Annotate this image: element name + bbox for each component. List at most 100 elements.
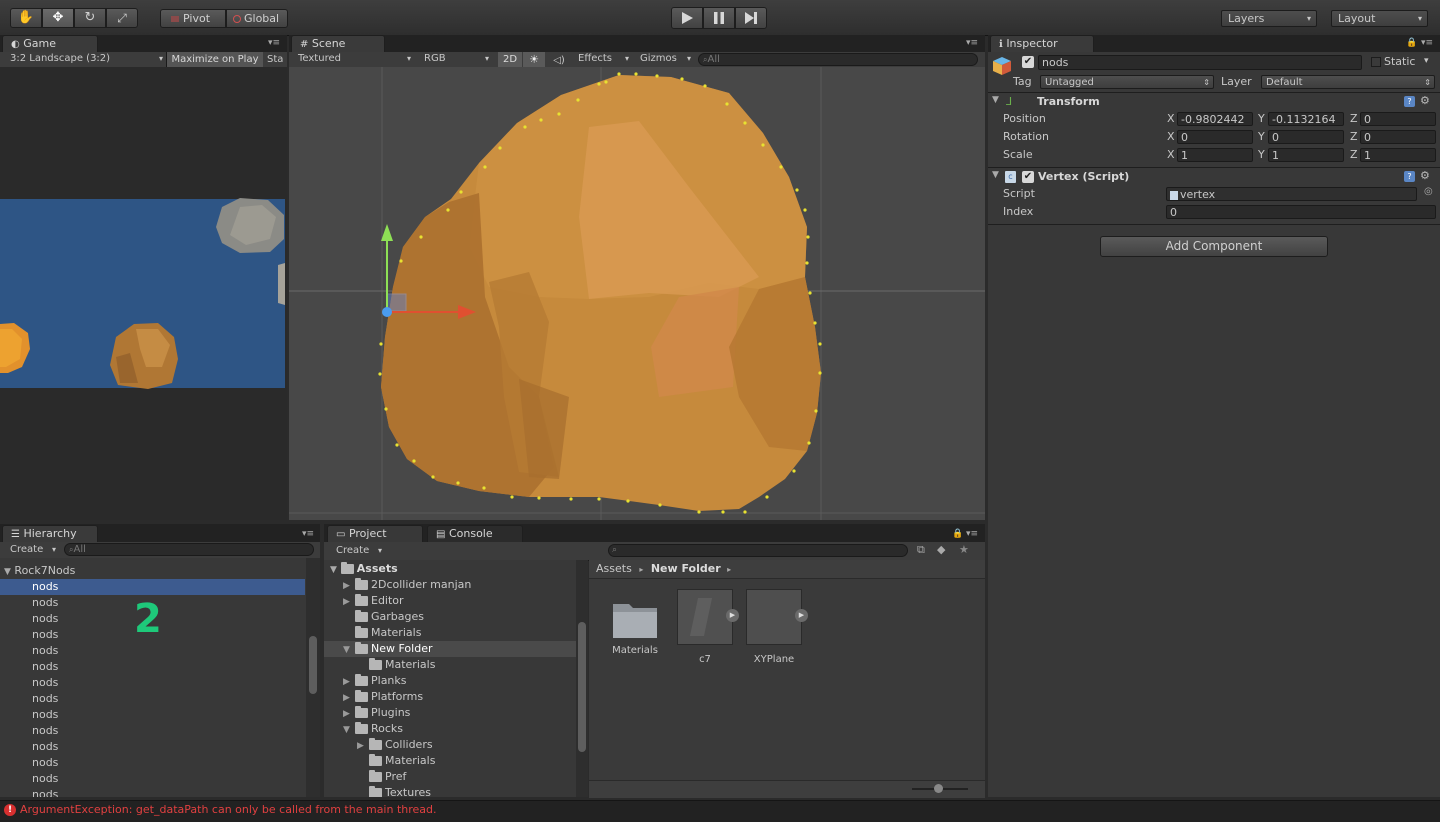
position-x-field[interactable]: -0.9802442 bbox=[1177, 112, 1253, 126]
play-preview-icon[interactable]: ▶ bbox=[795, 609, 808, 622]
hierarchy-scrollbar[interactable] bbox=[306, 558, 320, 797]
scrollbar-thumb[interactable] bbox=[578, 622, 586, 752]
tree-item[interactable]: Garbages bbox=[355, 609, 424, 625]
static-dropdown-arrow-icon[interactable]: ▾ bbox=[1424, 56, 1429, 66]
static-checkbox[interactable] bbox=[1371, 57, 1381, 67]
project-create-dropdown[interactable]: Create ▾ bbox=[332, 544, 384, 558]
tree-item-new-folder[interactable]: ▼ New Folder bbox=[343, 641, 432, 657]
asset-item[interactable]: ▶ c7 bbox=[672, 588, 739, 665]
tree-item[interactable]: ▶ 2Dcollider manjan bbox=[343, 577, 471, 593]
panel-menu-icon[interactable]: ▾≡ bbox=[966, 529, 978, 539]
tree-item[interactable]: ▶ Platforms bbox=[343, 689, 423, 705]
status-bar[interactable]: ! ArgumentException: get_dataPath can on… bbox=[0, 800, 1440, 822]
hierarchy-item[interactable]: nods bbox=[32, 771, 58, 787]
tab-console[interactable]: ▤ Console bbox=[427, 525, 523, 542]
panel-menu-icon[interactable]: ▾≡ bbox=[302, 529, 314, 539]
tree-item[interactable]: ▶ Planks bbox=[343, 673, 407, 689]
layer-dropdown[interactable]: Default ⇕ bbox=[1261, 75, 1435, 89]
step-button[interactable] bbox=[735, 7, 767, 29]
tree-item-assets[interactable]: ▼ Assets bbox=[330, 561, 398, 577]
rotation-y-field[interactable]: 0 bbox=[1268, 130, 1344, 144]
object-name-field[interactable]: nods bbox=[1038, 55, 1362, 70]
breadcrumb-current[interactable]: New Folder bbox=[651, 562, 721, 575]
scene-view[interactable] bbox=[289, 67, 985, 520]
hierarchy-item[interactable]: nods bbox=[32, 691, 58, 707]
object-picker-icon[interactable]: ◎ bbox=[1424, 186, 1433, 197]
mode-2d-toggle[interactable]: 2D bbox=[498, 52, 522, 67]
audio-toggle[interactable]: ◁) bbox=[548, 52, 570, 67]
gear-icon[interactable]: ⚙ bbox=[1420, 94, 1430, 107]
add-component-button[interactable]: Add Component bbox=[1100, 236, 1328, 257]
tab-game[interactable]: ◐ Game bbox=[2, 35, 98, 52]
hierarchy-item[interactable]: nods bbox=[32, 707, 58, 723]
hierarchy-item[interactable]: nods bbox=[32, 659, 58, 675]
hand-tool-button[interactable]: ✋ bbox=[10, 8, 42, 28]
hierarchy-item[interactable]: nods bbox=[32, 675, 58, 691]
panel-menu-icon[interactable]: ▾≡ bbox=[1421, 38, 1433, 48]
aspect-dropdown[interactable]: 3:2 Landscape (3:2) ▾ bbox=[6, 52, 166, 67]
tab-inspector[interactable]: ℹ Inspector bbox=[990, 35, 1094, 52]
project-search-input[interactable]: ⌕ bbox=[608, 544, 908, 557]
tree-item[interactable]: Materials bbox=[369, 753, 435, 769]
slider-handle[interactable] bbox=[934, 784, 943, 793]
tab-hierarchy[interactable]: ☰ Hierarchy bbox=[2, 525, 98, 542]
tree-item[interactable]: Materials bbox=[369, 657, 435, 673]
asset-item[interactable]: ▶ XYPlane bbox=[741, 588, 808, 665]
hierarchy-item[interactable]: nods bbox=[32, 739, 58, 755]
hierarchy-item[interactable]: nods bbox=[32, 595, 58, 611]
filter-by-label-icon[interactable]: ◆ bbox=[937, 543, 945, 556]
transform-header[interactable]: ▼ ⅃ Transform ? ⚙ bbox=[988, 94, 1440, 111]
icon-size-slider[interactable] bbox=[912, 784, 968, 793]
script-enabled-checkbox[interactable]: ✔ bbox=[1022, 171, 1034, 183]
hierarchy-item[interactable]: nods bbox=[32, 579, 58, 595]
favorites-star-icon[interactable]: ★ bbox=[959, 543, 969, 556]
hierarchy-item[interactable]: nods bbox=[32, 627, 58, 643]
hierarchy-search-input[interactable]: ⌕All bbox=[64, 543, 314, 556]
hierarchy-item[interactable]: nods bbox=[32, 611, 58, 627]
script-object-field[interactable]: vertex bbox=[1166, 187, 1417, 201]
tab-project[interactable]: ▭ Project bbox=[327, 525, 423, 542]
play-preview-icon[interactable]: ▶ bbox=[726, 609, 739, 622]
pivot-toggle[interactable]: Pivot bbox=[160, 9, 226, 28]
global-toggle[interactable]: Global bbox=[226, 9, 288, 28]
index-field[interactable]: 0 bbox=[1166, 205, 1436, 219]
pause-button[interactable] bbox=[703, 7, 735, 29]
scene-search-input[interactable]: ⌕All bbox=[698, 53, 978, 66]
help-icon[interactable]: ? bbox=[1404, 171, 1415, 182]
scrollbar-thumb[interactable] bbox=[309, 636, 317, 694]
play-button[interactable] bbox=[671, 7, 703, 29]
rotate-tool-button[interactable]: ↻ bbox=[74, 8, 106, 28]
tree-item[interactable]: ▶ Plugins bbox=[343, 705, 410, 721]
hierarchy-item[interactable]: nods bbox=[32, 755, 58, 771]
effects-dropdown[interactable]: Effects ▾ bbox=[574, 52, 630, 67]
active-checkbox[interactable]: ✔ bbox=[1022, 56, 1034, 68]
tree-item[interactable]: ▶ Colliders bbox=[357, 737, 433, 753]
lock-icon[interactable]: 🔒 bbox=[952, 529, 963, 539]
lighting-toggle[interactable]: ☀ bbox=[523, 52, 545, 67]
scale-tool-button[interactable]: ⤢ bbox=[106, 8, 138, 28]
tab-scene[interactable]: # Scene bbox=[291, 35, 385, 52]
tree-item[interactable]: ▶ Editor bbox=[343, 593, 404, 609]
asset-item[interactable]: Materials bbox=[602, 588, 668, 660]
tag-dropdown[interactable]: Untagged ⇕ bbox=[1040, 75, 1214, 89]
maximize-on-play-toggle[interactable]: Maximize on Play bbox=[166, 52, 263, 67]
vertex-script-header[interactable]: ▼ c ✔ Vertex (Script) ? ⚙ bbox=[988, 169, 1440, 186]
rotation-z-field[interactable]: 0 bbox=[1360, 130, 1436, 144]
rotation-x-field[interactable]: 0 bbox=[1177, 130, 1253, 144]
position-z-field[interactable]: 0 bbox=[1360, 112, 1436, 126]
filter-by-type-icon[interactable]: ⧉ bbox=[917, 543, 925, 557]
tree-item[interactable]: Pref bbox=[369, 769, 406, 785]
panel-menu-icon[interactable]: ▾≡ bbox=[268, 38, 280, 48]
game-view[interactable] bbox=[0, 67, 287, 520]
color-mode-dropdown[interactable]: RGB ▾ bbox=[420, 52, 492, 67]
tree-item[interactable]: Textures bbox=[369, 785, 431, 797]
hierarchy-item[interactable]: nods bbox=[32, 643, 58, 659]
gizmos-dropdown[interactable]: Gizmos ▾ bbox=[636, 52, 692, 67]
move-tool-button[interactable]: ✥ bbox=[42, 8, 74, 28]
gear-icon[interactable]: ⚙ bbox=[1420, 169, 1430, 182]
panel-menu-icon[interactable]: ▾≡ bbox=[966, 38, 978, 48]
scale-z-field[interactable]: 1 bbox=[1360, 148, 1436, 162]
scale-y-field[interactable]: 1 bbox=[1268, 148, 1344, 162]
layers-dropdown[interactable]: Layers ▾ bbox=[1221, 10, 1317, 27]
help-icon[interactable]: ? bbox=[1404, 96, 1415, 107]
